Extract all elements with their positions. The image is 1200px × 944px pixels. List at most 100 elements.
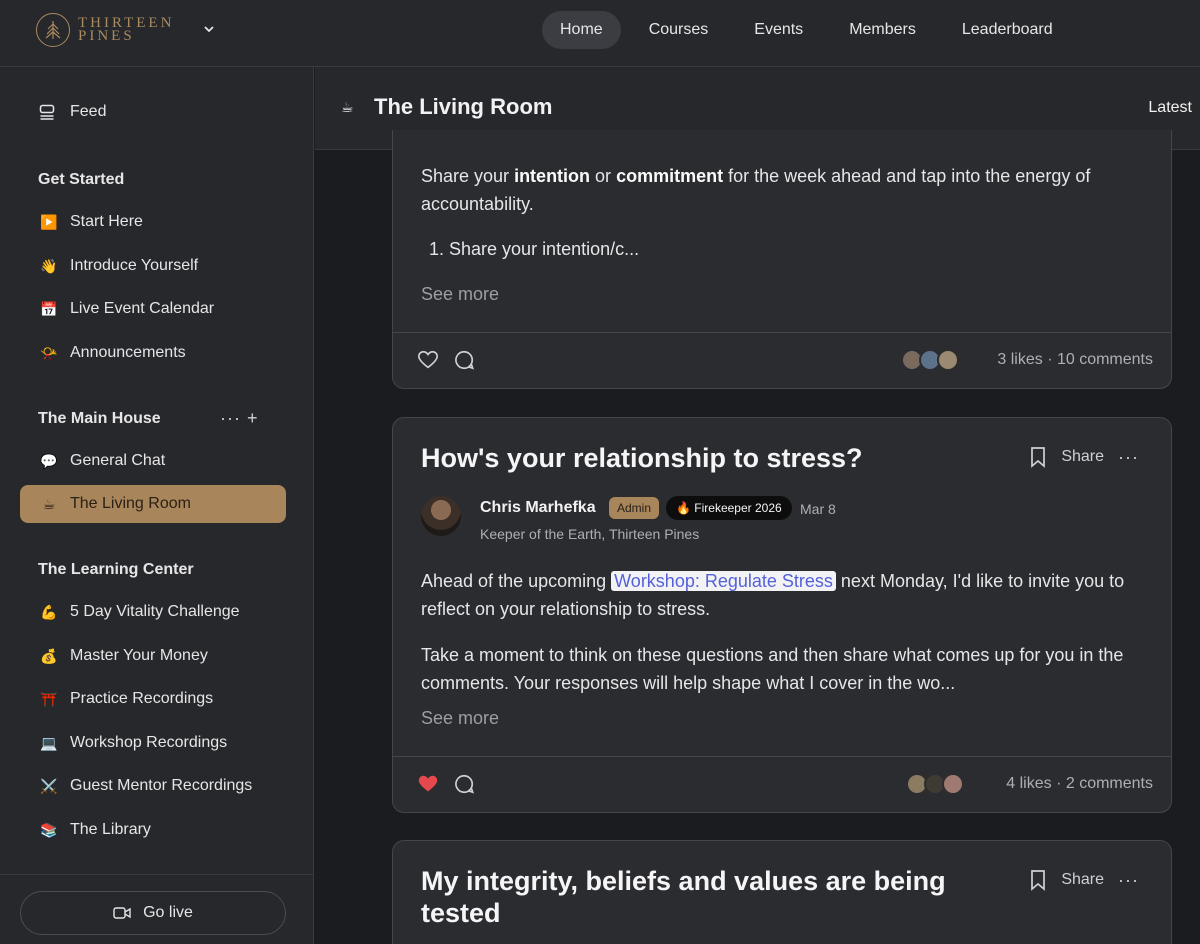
- coffee-icon: ☕: [42, 495, 56, 512]
- see-more-link[interactable]: See more: [421, 284, 499, 305]
- sidebar-item-vitality-challenge[interactable]: 💪 5 Day Vitality Challenge: [20, 593, 286, 631]
- books-icon: 📚: [40, 821, 58, 838]
- post-list-item: 1. Share your intention/c...: [429, 239, 640, 259]
- share-button[interactable]: Share: [1061, 871, 1104, 889]
- coffee-icon: ☕: [341, 99, 354, 115]
- speech-bubble-icon: 💬: [40, 452, 58, 469]
- post-text-bold: commitment: [616, 166, 724, 186]
- sidebar-item-living-room[interactable]: ☕ The Living Room: [20, 485, 286, 523]
- crossed-swords-icon: ⚔️: [40, 777, 58, 794]
- sidebar-item-label: Guest Mentor Recordings: [70, 777, 253, 794]
- avatar[interactable]: [421, 496, 461, 536]
- nav-leaderboard[interactable]: Leaderboard: [944, 11, 1071, 49]
- bookmark-icon[interactable]: [1029, 869, 1047, 891]
- money-bag-icon: 💰: [40, 647, 58, 664]
- sidebar-item-master-your-money[interactable]: 💰 Master Your Money: [20, 637, 286, 675]
- main-nav: Home Courses Events Members Leaderboard: [542, 11, 1081, 49]
- sort-dropdown[interactable]: Latest: [1148, 99, 1192, 117]
- author-subtitle: Keeper of the Earth, Thirteen Pines: [480, 526, 700, 542]
- sidebar-item-guest-mentor-recordings[interactable]: ⚔️ Guest Mentor Recordings: [20, 767, 286, 805]
- post-card: How's your relationship to stress? Share…: [392, 417, 1172, 813]
- section-heading-get-started: Get Started: [38, 171, 125, 188]
- comment-icon[interactable]: [453, 349, 475, 376]
- section-actions[interactable]: ··· +: [220, 408, 259, 429]
- post-body-paragraph: Take a moment to think on these question…: [421, 645, 1124, 693]
- top-bar: THIRTEEN PINES Home Courses Events Membe…: [0, 0, 1200, 67]
- horn-icon: 📯: [40, 344, 58, 361]
- post-stats[interactable]: 3 likes · 10 comments: [997, 351, 1153, 369]
- pine-logo-icon: [36, 13, 70, 47]
- heart-icon[interactable]: [417, 349, 439, 376]
- avatar: [937, 349, 959, 371]
- nav-events[interactable]: Events: [736, 11, 821, 49]
- sidebar-item-label: Practice Recordings: [70, 690, 214, 707]
- post-text: or: [590, 166, 617, 186]
- nav-members[interactable]: Members: [831, 11, 934, 49]
- sidebar-item-label: The Living Room: [70, 495, 191, 512]
- section-heading-learning-center: The Learning Center: [38, 561, 194, 578]
- sidebar-item-label: 5 Day Vitality Challenge: [70, 603, 240, 620]
- feed-icon: [39, 104, 55, 120]
- post-reactions: [417, 349, 489, 376]
- sidebar-item-workshop-recordings[interactable]: 💻 Workshop Recordings: [20, 724, 286, 762]
- post-reactions: [417, 773, 489, 800]
- post-text: Share your: [421, 166, 515, 186]
- author-name[interactable]: Chris Marhefka: [480, 499, 596, 517]
- sidebar: Feed Get Started ▶️ Start Here 👋 Introdu…: [0, 67, 314, 944]
- post-title[interactable]: How's your relationship to stress?: [421, 442, 1001, 474]
- post-footer: 3 likes · 10 comments: [393, 332, 1171, 388]
- sidebar-item-feed[interactable]: Feed: [38, 103, 106, 121]
- brand-logo[interactable]: THIRTEEN PINES: [36, 13, 174, 47]
- nav-home[interactable]: Home: [542, 11, 621, 49]
- go-live-label: Go live: [143, 904, 193, 921]
- more-options-icon[interactable]: ···: [1118, 870, 1139, 891]
- nav-courses[interactable]: Courses: [631, 11, 727, 49]
- sidebar-item-general-chat[interactable]: 💬 General Chat: [20, 442, 286, 480]
- sidebar-item-start-here[interactable]: ▶️ Start Here: [20, 203, 286, 241]
- sidebar-item-label: Live Event Calendar: [70, 300, 215, 317]
- post-body: Ahead of the upcoming Workshop: Regulate…: [421, 567, 1149, 623]
- sidebar-item-label: The Library: [70, 821, 151, 838]
- likers-avatars[interactable]: [901, 349, 959, 371]
- section-heading-main-house: The Main House: [38, 410, 161, 427]
- firekeeper-badge: 🔥 Firekeeper 2026: [666, 496, 792, 520]
- sidebar-item-label: Start Here: [70, 213, 143, 230]
- heart-filled-icon[interactable]: [417, 773, 439, 800]
- post-card: Share your intention or commitment for t…: [392, 130, 1172, 389]
- comment-icon[interactable]: [453, 773, 475, 800]
- video-camera-icon: [113, 907, 131, 919]
- sidebar-divider: [0, 874, 314, 875]
- bookmark-icon[interactable]: [1029, 446, 1047, 468]
- go-live-button[interactable]: Go live: [20, 891, 286, 935]
- sidebar-item-announcements[interactable]: 📯 Announcements: [20, 334, 286, 372]
- more-options-icon[interactable]: ···: [1118, 447, 1139, 468]
- post-body: Share your intention or commitment for t…: [421, 162, 1149, 218]
- brand-wordmark: THIRTEEN PINES: [78, 16, 174, 44]
- post-stats[interactable]: 4 likes · 2 comments: [1006, 775, 1153, 793]
- sidebar-item-label: Master Your Money: [70, 647, 208, 664]
- post-footer: 4 likes · 2 comments: [393, 756, 1171, 812]
- avatar: [942, 773, 964, 795]
- workshop-link[interactable]: Workshop: Regulate Stress: [611, 571, 836, 591]
- post-text: Ahead of the upcoming: [421, 571, 612, 591]
- see-more-link[interactable]: See more: [421, 708, 499, 729]
- brand-line-2: PINES: [78, 28, 135, 44]
- laptop-icon: 💻: [40, 734, 58, 751]
- sidebar-item-library[interactable]: 📚 The Library: [20, 811, 286, 849]
- torii-gate-icon: ⛩️: [40, 690, 58, 707]
- sidebar-item-practice-recordings[interactable]: ⛩️ Practice Recordings: [20, 680, 286, 718]
- sidebar-item-label: General Chat: [70, 452, 166, 469]
- sidebar-item-live-event-calendar[interactable]: 📅 Live Event Calendar: [20, 290, 286, 328]
- post-actions: Share ···: [1029, 869, 1139, 891]
- play-icon: ▶️: [40, 213, 58, 230]
- sidebar-item-label: Workshop Recordings: [70, 734, 228, 751]
- calendar-icon: 📅: [40, 300, 58, 317]
- chevron-down-icon[interactable]: [203, 22, 215, 38]
- post-title[interactable]: My integrity, beliefs and values are bei…: [421, 865, 1001, 929]
- share-button[interactable]: Share: [1061, 448, 1104, 466]
- muscle-icon: 💪: [40, 603, 58, 620]
- sidebar-item-label: Introduce Yourself: [70, 257, 199, 274]
- page-title: The Living Room: [374, 94, 553, 119]
- sidebar-item-introduce-yourself[interactable]: 👋 Introduce Yourself: [20, 247, 286, 285]
- likers-avatars[interactable]: [906, 773, 964, 795]
